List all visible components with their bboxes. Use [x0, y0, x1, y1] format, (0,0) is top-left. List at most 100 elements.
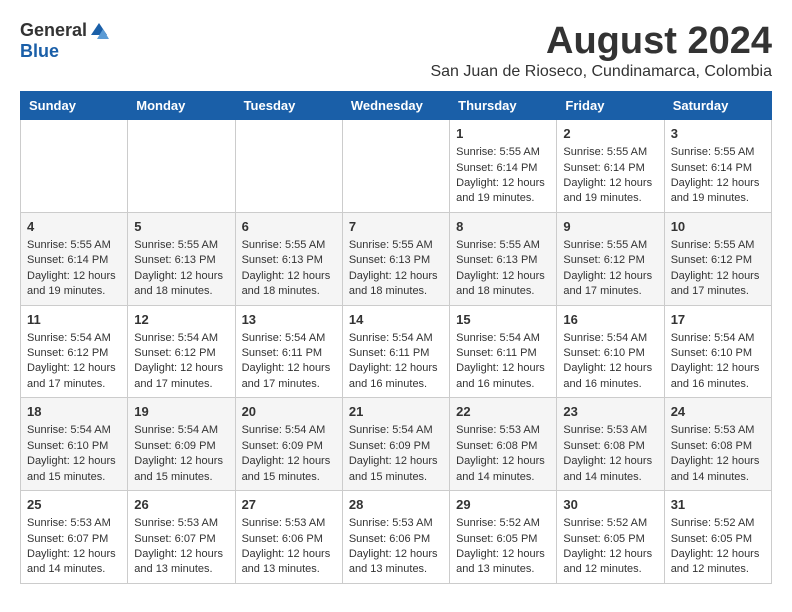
sunrise-text: Sunrise: 5:54 AM — [349, 423, 443, 438]
sunrise-text: Sunrise: 5:54 AM — [27, 331, 121, 346]
day-number: 4 — [27, 218, 121, 236]
calendar-cell: 28Sunrise: 5:53 AMSunset: 6:06 PMDayligh… — [342, 491, 449, 584]
sunset-text: Sunset: 6:09 PM — [134, 439, 228, 454]
cell-content: 8Sunrise: 5:55 AMSunset: 6:13 PMDaylight… — [456, 218, 550, 300]
month-year-title: August 2024 — [430, 20, 772, 63]
day-number: 26 — [134, 496, 228, 514]
day-number: 31 — [671, 496, 765, 514]
day-number: 30 — [563, 496, 657, 514]
cell-content: 11Sunrise: 5:54 AMSunset: 6:12 PMDayligh… — [27, 311, 121, 393]
cell-content: 19Sunrise: 5:54 AMSunset: 6:09 PMDayligh… — [134, 403, 228, 485]
logo-general-text: General — [20, 20, 87, 41]
calendar-cell: 12Sunrise: 5:54 AMSunset: 6:12 PMDayligh… — [128, 305, 235, 398]
sunrise-text: Sunrise: 5:53 AM — [563, 423, 657, 438]
day-number: 24 — [671, 403, 765, 421]
sunset-text: Sunset: 6:14 PM — [563, 161, 657, 176]
cell-content: 4Sunrise: 5:55 AMSunset: 6:14 PMDaylight… — [27, 218, 121, 300]
calendar-cell: 11Sunrise: 5:54 AMSunset: 6:12 PMDayligh… — [21, 305, 128, 398]
sunset-text: Sunset: 6:13 PM — [349, 253, 443, 268]
sunrise-text: Sunrise: 5:53 AM — [242, 516, 336, 531]
sunrise-text: Sunrise: 5:55 AM — [563, 145, 657, 160]
sunset-text: Sunset: 6:12 PM — [671, 253, 765, 268]
sunrise-text: Sunrise: 5:54 AM — [456, 331, 550, 346]
calendar-cell: 17Sunrise: 5:54 AMSunset: 6:10 PMDayligh… — [664, 305, 771, 398]
calendar-cell — [342, 120, 449, 213]
day-number: 25 — [27, 496, 121, 514]
day-number: 17 — [671, 311, 765, 329]
calendar-cell: 14Sunrise: 5:54 AMSunset: 6:11 PMDayligh… — [342, 305, 449, 398]
sunrise-text: Sunrise: 5:55 AM — [349, 238, 443, 253]
sunset-text: Sunset: 6:12 PM — [134, 346, 228, 361]
sunset-text: Sunset: 6:06 PM — [349, 532, 443, 547]
cell-content: 20Sunrise: 5:54 AMSunset: 6:09 PMDayligh… — [242, 403, 336, 485]
sunset-text: Sunset: 6:10 PM — [27, 439, 121, 454]
sunrise-text: Sunrise: 5:55 AM — [134, 238, 228, 253]
daylight-text: Daylight: 12 hours and 14 minutes. — [456, 454, 550, 485]
daylight-text: Daylight: 12 hours and 19 minutes. — [671, 176, 765, 207]
sunset-text: Sunset: 6:11 PM — [242, 346, 336, 361]
calendar-cell: 30 Sunrise: 5:52 AMSunset: 6:05 PMDayligh… — [557, 491, 664, 584]
sunrise-text: Sunrise: 5:54 AM — [349, 331, 443, 346]
calendar-table: Sunday Monday Tuesday Wednesday Thursday… — [20, 91, 772, 584]
daylight-text: Daylight: 12 hours and 16 minutes. — [349, 361, 443, 392]
sunrise-text: Sunrise: 5:52 AM — [456, 516, 550, 531]
cell-content: 24Sunrise: 5:53 AMSunset: 6:08 PMDayligh… — [671, 403, 765, 485]
calendar-week-5: 25Sunrise: 5:53 AMSunset: 6:07 PMDayligh… — [21, 491, 772, 584]
cell-content: 16Sunrise: 5:54 AMSunset: 6:10 PMDayligh… — [563, 311, 657, 393]
logo-blue-text: Blue — [20, 41, 59, 62]
calendar-cell: 3Sunrise: 5:55 AMSunset: 6:14 PMDaylight… — [664, 120, 771, 213]
day-number: 7 — [349, 218, 443, 236]
col-monday: Monday — [128, 92, 235, 120]
col-saturday: Saturday — [664, 92, 771, 120]
sunset-text: Sunset: 6:06 PM — [242, 532, 336, 547]
daylight-text: Daylight: 12 hours and 18 minutes. — [349, 269, 443, 300]
sunset-text: Sunset: 6:10 PM — [671, 346, 765, 361]
sunrise-text: Sunrise: 5:54 AM — [563, 331, 657, 346]
header-row: Sunday Monday Tuesday Wednesday Thursday… — [21, 92, 772, 120]
day-number: 1 — [456, 125, 550, 143]
sunset-text: Sunset: 6:05 PM — [671, 532, 765, 547]
daylight-text: Daylight: 12 hours and 12 minutes. — [563, 547, 657, 578]
logo-icon — [89, 21, 109, 41]
sunrise-text: Sunrise: 5:53 AM — [349, 516, 443, 531]
sunset-text: Sunset: 6:08 PM — [563, 439, 657, 454]
sunrise-text: Sunrise: 5:54 AM — [242, 423, 336, 438]
day-number: 13 — [242, 311, 336, 329]
sunset-text: Sunset: 6:10 PM — [563, 346, 657, 361]
sunset-text: Sunset: 6:11 PM — [456, 346, 550, 361]
day-number: 23 — [563, 403, 657, 421]
calendar-cell: 20Sunrise: 5:54 AMSunset: 6:09 PMDayligh… — [235, 398, 342, 491]
daylight-text: Daylight: 12 hours and 17 minutes. — [134, 361, 228, 392]
col-friday: Friday — [557, 92, 664, 120]
day-number: 2 — [563, 125, 657, 143]
cell-content: 1Sunrise: 5:55 AMSunset: 6:14 PMDaylight… — [456, 125, 550, 207]
sunset-text: Sunset: 6:08 PM — [456, 439, 550, 454]
daylight-text: Daylight: 12 hours and 13 minutes. — [242, 547, 336, 578]
calendar-week-1: 1 Sunrise: 5:55 AMSunset: 6:14 PM Daylight… — [21, 120, 772, 213]
calendar-cell: 25Sunrise: 5:53 AMSunset: 6:07 PMDayligh… — [21, 491, 128, 584]
daylight-text: Daylight: 12 hours and 15 minutes. — [242, 454, 336, 485]
cell-content: 17Sunrise: 5:54 AMSunset: 6:10 PMDayligh… — [671, 311, 765, 393]
calendar-cell: 5Sunrise: 5:55 AMSunset: 6:13 PMDaylight… — [128, 212, 235, 305]
cell-content: 27Sunrise: 5:53 AMSunset: 6:06 PMDayligh… — [242, 496, 336, 578]
calendar-cell: 2Sunrise: 5:55 AMSunset: 6:14 PMDaylight… — [557, 120, 664, 213]
calendar-cell: 26Sunrise: 5:53 AMSunset: 6:07 PMDayligh… — [128, 491, 235, 584]
daylight-text: Daylight: 12 hours and 15 minutes. — [349, 454, 443, 485]
cell-content: 22Sunrise: 5:53 AMSunset: 6:08 PMDayligh… — [456, 403, 550, 485]
sunrise-text: Sunrise: 5:52 AM — [563, 516, 657, 531]
sunrise-text: Sunrise: 5:54 AM — [134, 423, 228, 438]
sunset-text: Sunset: 6:05 PM — [563, 532, 657, 547]
calendar-cell — [21, 120, 128, 213]
page-header: General Blue August 2024 San Juan de Rio… — [20, 20, 772, 81]
cell-content: 31Sunrise: 5:52 AMSunset: 6:05 PMDayligh… — [671, 496, 765, 578]
calendar-cell — [235, 120, 342, 213]
cell-content: 5Sunrise: 5:55 AMSunset: 6:13 PMDaylight… — [134, 218, 228, 300]
sunrise-text: Sunrise: 5:55 AM — [671, 238, 765, 253]
day-number: 19 — [134, 403, 228, 421]
sunrise-text: Sunrise: 5:54 AM — [134, 331, 228, 346]
day-number: 9 — [563, 218, 657, 236]
sunset-text: Sunset: 6:11 PM — [349, 346, 443, 361]
calendar-cell: 9Sunrise: 5:55 AMSunset: 6:12 PMDaylight… — [557, 212, 664, 305]
cell-content: 7 Sunrise: 5:55 AMSunset: 6:13 PMDaylight… — [349, 218, 443, 300]
day-number: 21 — [349, 403, 443, 421]
